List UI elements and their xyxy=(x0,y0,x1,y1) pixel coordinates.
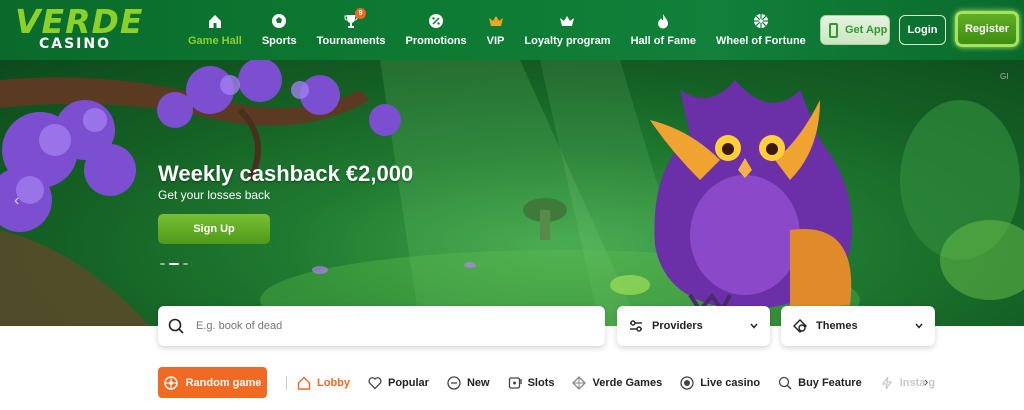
slots-icon xyxy=(508,376,522,389)
nav-tournaments[interactable]: 9 Tournaments xyxy=(307,0,396,60)
random-game-icon xyxy=(163,375,178,390)
new-icon xyxy=(447,375,461,390)
nav-loyalty-program[interactable]: Loyalty program xyxy=(514,0,620,60)
chevron-right-icon[interactable]: › xyxy=(924,374,928,389)
tab-label: Popular xyxy=(388,376,429,389)
crown-icon xyxy=(488,16,503,26)
tab-slots[interactable]: Slots xyxy=(508,376,555,390)
nav-promotions[interactable]: Promotions xyxy=(396,0,477,60)
insta-games-icon xyxy=(881,376,892,389)
login-button[interactable]: Login xyxy=(899,15,946,45)
top-header: VERDE CASINO Game Hall Sports 9 Tourname… xyxy=(0,0,1024,60)
sign-up-button[interactable]: Sign Up xyxy=(158,214,270,244)
main-nav: Game Hall Sports 9 Tournaments Promotion… xyxy=(178,0,816,60)
wheel-icon xyxy=(753,14,768,28)
carousel-dot[interactable] xyxy=(183,263,188,265)
tab-lobby[interactable]: Lobby xyxy=(297,376,350,390)
tab-label: Insta g xyxy=(899,376,936,389)
random-game-button[interactable]: Random game xyxy=(158,367,267,398)
nav-label: Promotions xyxy=(405,35,467,47)
providers-dropdown[interactable]: Providers xyxy=(617,306,770,346)
tab-popular[interactable]: Popular xyxy=(368,376,429,390)
hero-background-art xyxy=(0,60,1024,326)
nav-label: Hall of Fame xyxy=(630,35,696,47)
tab-buy-feature[interactable]: Buy Feature xyxy=(778,376,862,390)
home-icon xyxy=(208,15,221,28)
hero-banner[interactable]: GI ‹ Weekly cashback €2,000 Get your los… xyxy=(0,60,1024,326)
tab-new[interactable]: New xyxy=(447,375,490,390)
carousel-dots xyxy=(160,263,188,265)
live-casino-icon xyxy=(680,375,694,390)
nav-sports[interactable]: Sports xyxy=(252,0,307,60)
game-search-bar[interactable] xyxy=(158,306,605,346)
lobby-home-icon xyxy=(297,376,311,390)
verde-casino-logo[interactable]: VERDE CASINO xyxy=(15,2,144,52)
carousel-dot-active[interactable] xyxy=(169,263,179,265)
sliders-icon xyxy=(630,320,642,332)
carousel-dot[interactable] xyxy=(160,263,165,265)
buy-feature-icon xyxy=(778,376,792,390)
nav-label: VIP xyxy=(486,35,505,47)
themes-icon xyxy=(793,319,807,333)
heart-icon xyxy=(368,376,382,389)
verde-games-icon xyxy=(572,375,587,390)
search-icon xyxy=(168,318,184,334)
themes-label: Themes xyxy=(816,320,858,332)
carousel-prev-icon[interactable]: ‹ xyxy=(14,192,19,210)
tournaments-badge: 9 xyxy=(355,8,367,19)
tab-label: Slots xyxy=(527,376,555,389)
chevron-down-icon xyxy=(915,323,923,329)
themes-dropdown[interactable]: Themes xyxy=(781,306,935,346)
soccer-ball-icon xyxy=(272,14,287,28)
promotion-icon xyxy=(429,14,444,28)
owl-character xyxy=(650,80,852,314)
category-tabs: Lobby Popular New Slots Verde Games Live… xyxy=(286,367,953,398)
get-app-label: Get App xyxy=(845,24,888,36)
page: VERDE CASINO Game Hall Sports 9 Tourname… xyxy=(0,0,1024,410)
hero-corner-label: GI xyxy=(1000,72,1009,81)
phone-icon xyxy=(829,22,838,38)
chevron-down-icon xyxy=(750,323,758,329)
fire-icon xyxy=(658,14,669,29)
nav-label: Sports xyxy=(261,35,297,47)
nav-label: Tournaments xyxy=(316,35,386,47)
nav-hall-of-fame[interactable]: Hall of Fame xyxy=(621,0,706,60)
trophy-icon-wrap: 9 xyxy=(343,8,367,29)
loyalty-crown-icon xyxy=(560,16,575,26)
register-button[interactable]: Register xyxy=(955,11,1019,47)
tab-live-casino[interactable]: Live casino xyxy=(680,375,761,390)
hero-subtitle: Get your losses back xyxy=(158,188,271,202)
nav-label: Wheel of Fortune xyxy=(715,35,806,47)
nav-vip[interactable]: VIP xyxy=(477,0,515,60)
nav-game-hall[interactable]: Game Hall xyxy=(178,0,252,60)
hero-title: Weekly cashback €2,000 xyxy=(158,161,414,186)
category-divider xyxy=(286,375,287,390)
get-app-button[interactable]: Get App xyxy=(820,15,890,45)
nav-wheel-of-fortune[interactable]: Wheel of Fortune xyxy=(706,0,816,60)
nav-label: Game Hall xyxy=(188,35,242,47)
tab-label: Live casino xyxy=(700,376,761,389)
random-game-label: Random game xyxy=(185,376,262,389)
nav-label: Loyalty program xyxy=(524,35,611,47)
tab-label: Lobby xyxy=(317,376,350,389)
providers-label: Providers xyxy=(652,320,703,332)
logo-verde-text: VERDE xyxy=(15,2,144,41)
tab-label: New xyxy=(466,376,490,389)
search-input[interactable] xyxy=(196,320,576,332)
tab-verde-games[interactable]: Verde Games xyxy=(572,375,663,390)
tab-label: Verde Games xyxy=(592,376,663,389)
tab-label: Buy Feature xyxy=(798,376,862,389)
